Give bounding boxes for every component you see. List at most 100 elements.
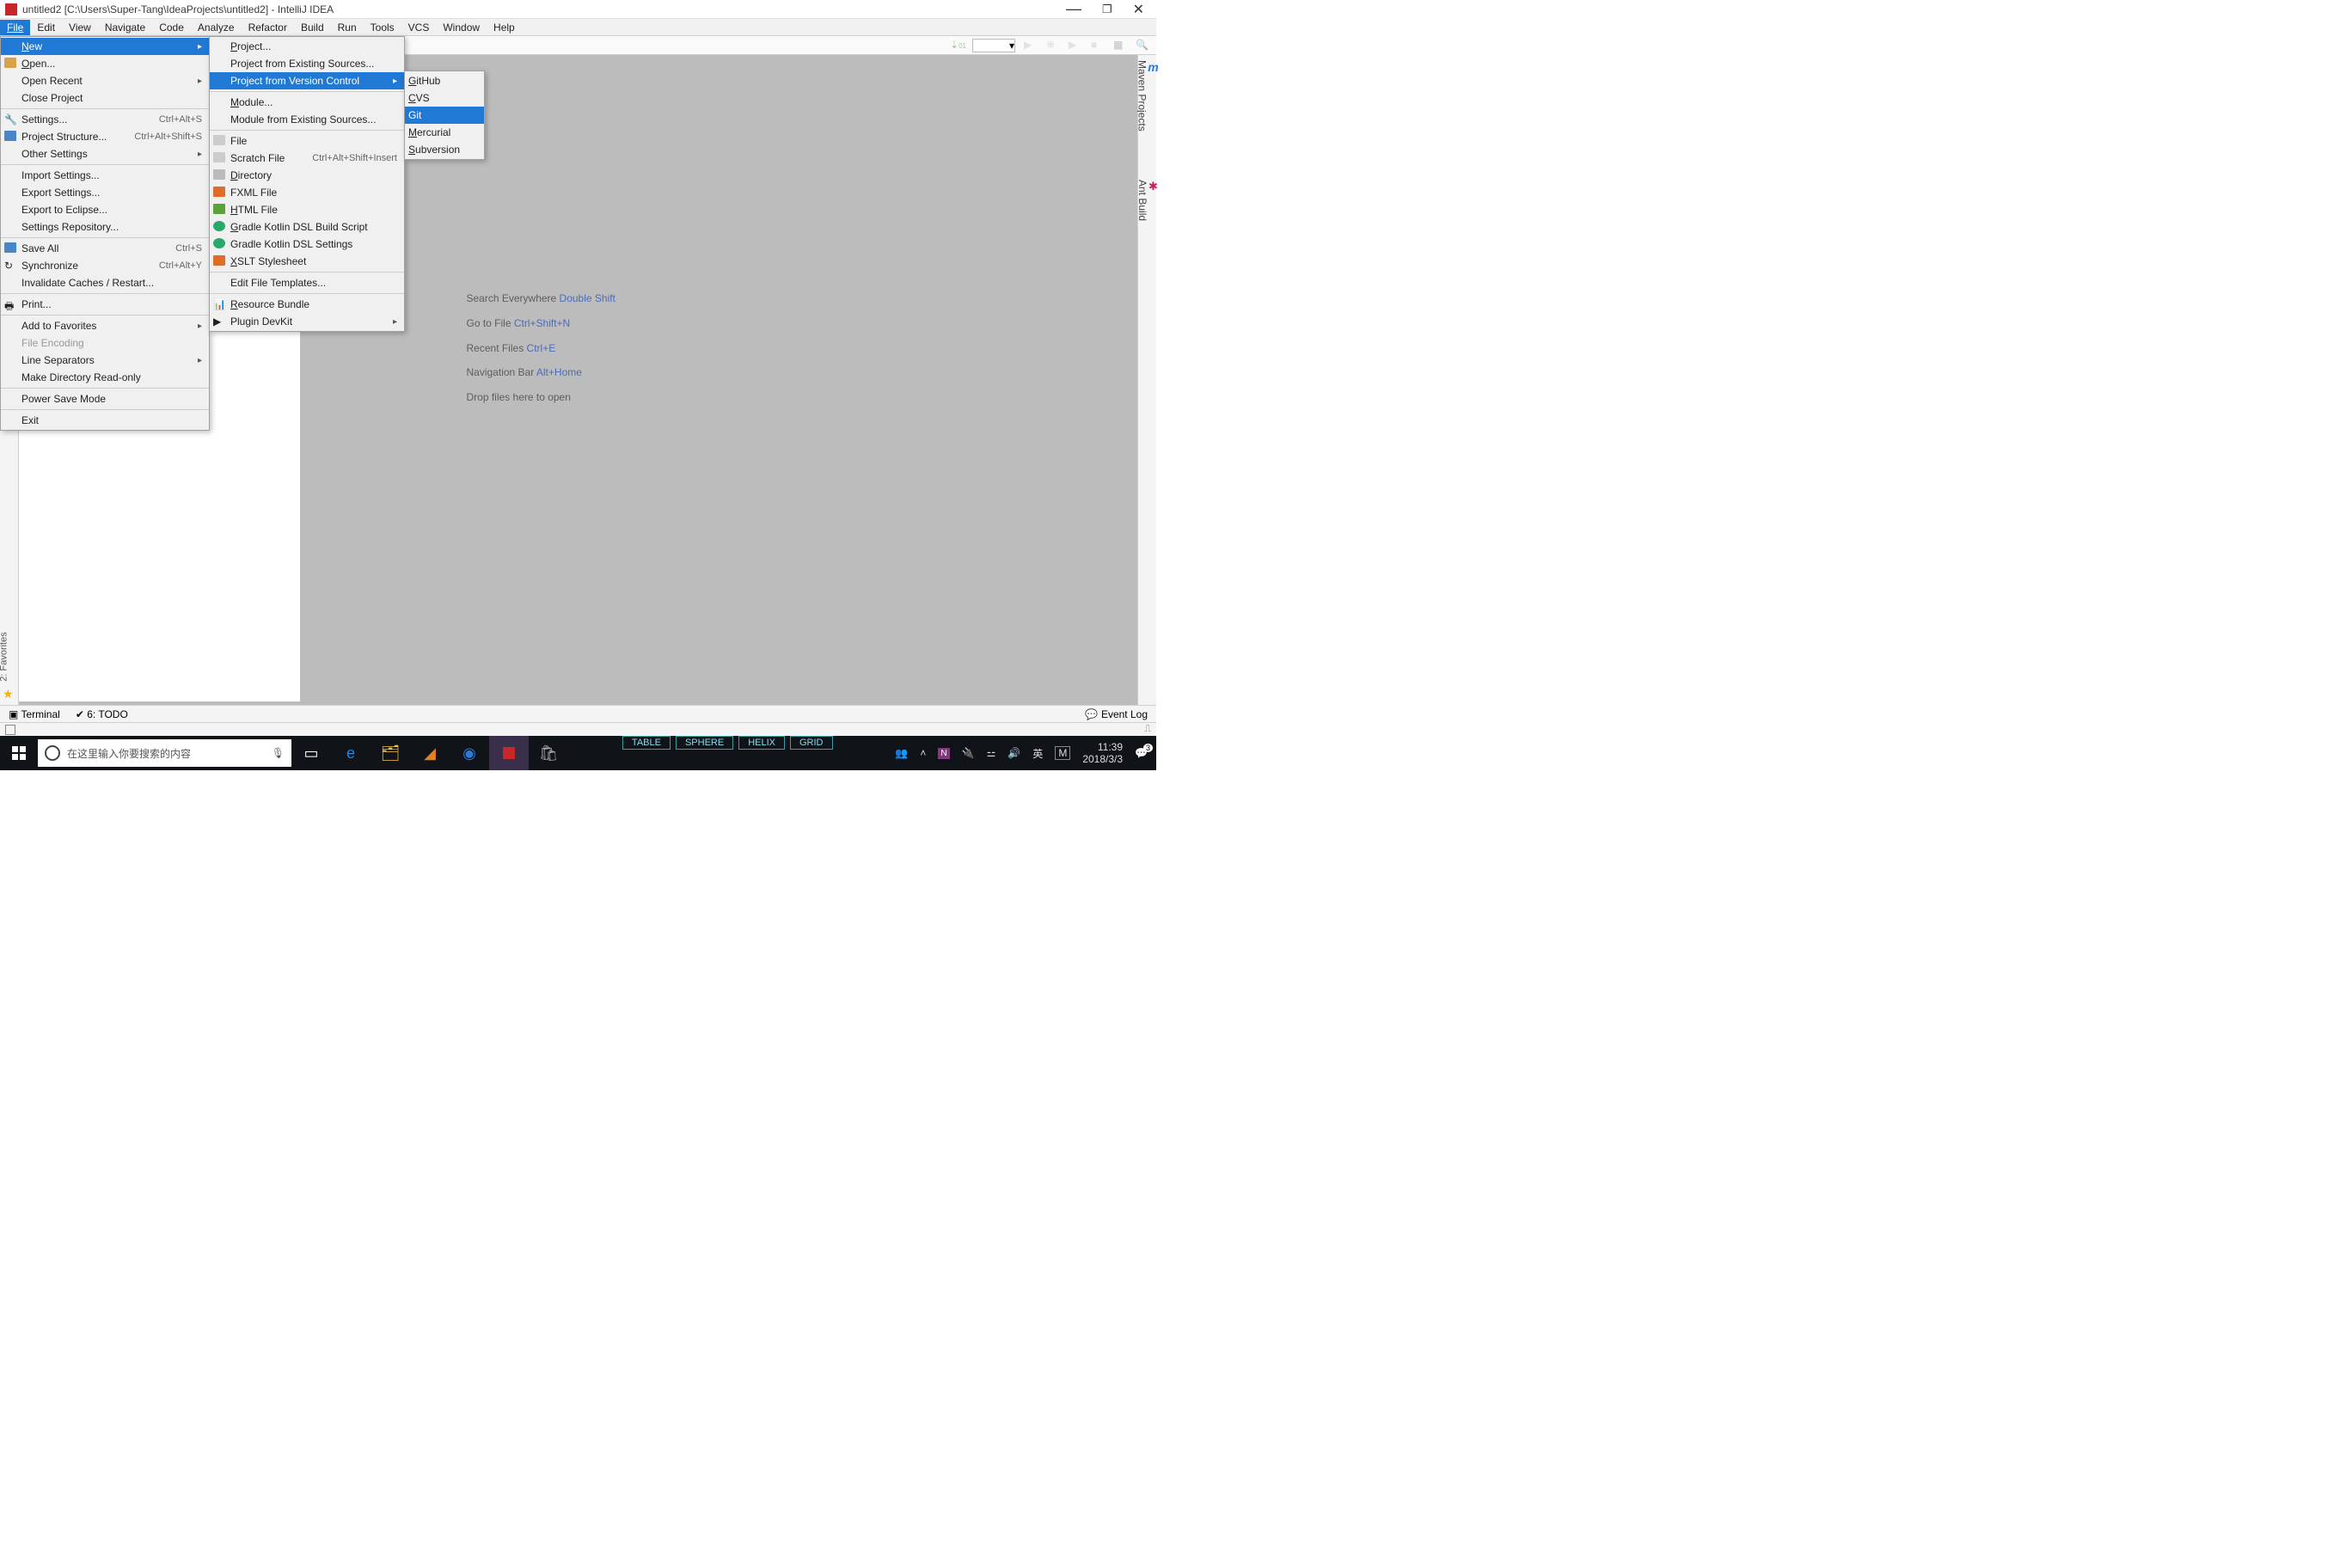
start-button[interactable]	[0, 746, 38, 760]
mi-new-module-existing[interactable]: Module from Existing Sources...	[210, 111, 404, 128]
build-icon[interactable]: ⇣01	[950, 39, 964, 52]
mi-new-gradle-build[interactable]: Gradle Kotlin DSL Build Script	[210, 218, 404, 236]
mi-vcs-subversion[interactable]: Subversion	[405, 141, 484, 158]
mi-add-favorites[interactable]: Add to Favorites▸	[1, 317, 209, 334]
mi-vcs-mercurial[interactable]: Mercurial	[405, 124, 484, 141]
mi-vcs-cvs[interactable]: CVS	[405, 89, 484, 107]
tb-matlab[interactable]: ◢	[410, 736, 450, 770]
stop-icon[interactable]: ■	[1091, 39, 1105, 52]
tab-sphere[interactable]: SPHERE	[676, 736, 733, 750]
gc-indicator-icon[interactable]: ⎍	[1144, 724, 1151, 735]
menu-code[interactable]: Code	[152, 20, 191, 35]
mi-other-settings[interactable]: Other Settings▸	[1, 145, 209, 162]
mi-open[interactable]: Open...	[1, 55, 209, 72]
menu-view[interactable]: View	[62, 20, 98, 35]
mi-new-fxml[interactable]: FXML File	[210, 184, 404, 201]
plugin-icon: ▶	[213, 315, 227, 328]
close-button[interactable]: ✕	[1133, 1, 1144, 18]
mi-new-project-existing[interactable]: Project from Existing Sources...	[210, 55, 404, 72]
mi-resource-bundle[interactable]: 📊Resource Bundle	[210, 296, 404, 313]
structure-icon[interactable]: ▦	[1113, 39, 1127, 52]
coverage-icon[interactable]: ▶	[1069, 39, 1082, 52]
taskbar-search[interactable]: 在这里输入你要搜索的内容 🎙	[38, 739, 291, 767]
mi-new-xslt[interactable]: XSLT Stylesheet	[210, 253, 404, 270]
menu-run[interactable]: Run	[331, 20, 364, 35]
volume-icon[interactable]: 🔊	[1008, 747, 1020, 759]
fxml-icon	[213, 187, 227, 199]
mi-vcs-git[interactable]: Git	[405, 107, 484, 124]
tb-app1[interactable]: ◉	[450, 736, 489, 770]
mi-settings-repo[interactable]: Settings Repository...	[1, 218, 209, 236]
mi-new-gradle-settings[interactable]: Gradle Kotlin DSL Settings	[210, 236, 404, 253]
mi-export-eclipse[interactable]: Export to Eclipse...	[1, 201, 209, 218]
mi-save-all[interactable]: Save AllCtrl+S	[1, 240, 209, 257]
mic-icon[interactable]: 🎙	[272, 747, 285, 759]
search-icon[interactable]: 🔍	[1136, 39, 1149, 52]
tab-grid[interactable]: GRID	[790, 736, 833, 750]
mi-new[interactable]: New▸	[1, 38, 209, 55]
mi-close-project[interactable]: Close Project	[1, 89, 209, 107]
menu-file[interactable]: File	[0, 20, 30, 35]
menu-window[interactable]: Window	[436, 20, 487, 35]
run-icon[interactable]: ▶	[1024, 39, 1038, 52]
tool-terminal[interactable]: ▣ Terminal	[9, 708, 60, 720]
tool-favorites[interactable]: 2: Favorites	[0, 632, 9, 681]
onenote-icon[interactable]: N	[938, 748, 949, 759]
tool-ant[interactable]: ✱Ant Build	[1136, 180, 1158, 221]
tb-explorer[interactable]: 🗂	[371, 736, 410, 770]
menu-tools[interactable]: Tools	[364, 20, 401, 35]
minimize-button[interactable]: —	[1066, 0, 1081, 18]
menu-help[interactable]: Help	[487, 20, 522, 35]
maximize-button[interactable]: ❐	[1102, 3, 1112, 16]
debug-icon[interactable]: ❋	[1046, 39, 1060, 52]
mi-new-html[interactable]: HTML File	[210, 201, 404, 218]
menu-edit[interactable]: Edit	[30, 20, 62, 35]
ime-lang[interactable]: 英	[1032, 746, 1043, 761]
task-view-button[interactable]: ▭	[291, 736, 331, 770]
mi-invalidate[interactable]: Invalidate Caches / Restart...	[1, 274, 209, 291]
menu-build[interactable]: Build	[294, 20, 331, 35]
scratch-icon	[213, 152, 227, 164]
menu-navigate[interactable]: Navigate	[98, 20, 152, 35]
mi-new-module[interactable]: Module...	[210, 94, 404, 111]
run-config-combo[interactable]: ▾	[972, 39, 1015, 52]
ime-mode[interactable]: M	[1055, 746, 1070, 760]
mi-synchronize[interactable]: ↻SynchronizeCtrl+Alt+Y	[1, 257, 209, 274]
menu-refactor[interactable]: Refactor	[242, 20, 294, 35]
power-icon[interactable]: 🔌	[962, 747, 975, 759]
mi-project-structure[interactable]: Project Structure...Ctrl+Alt+Shift+S	[1, 128, 209, 145]
tray-clock[interactable]: 11:39 2018/3/3	[1082, 741, 1123, 766]
tb-edge[interactable]: e	[331, 736, 371, 770]
mi-new-project-vcs[interactable]: Project from Version Control▸	[210, 72, 404, 89]
action-center-icon[interactable]: 💬3	[1135, 747, 1148, 759]
tab-helix[interactable]: HELIX	[738, 736, 785, 750]
mi-exit[interactable]: Exit	[1, 412, 209, 429]
tool-todo[interactable]: ✔ 6: TODO	[76, 708, 128, 720]
mi-edit-templates[interactable]: Edit File Templates...	[210, 274, 404, 291]
wifi-icon[interactable]: ⚍	[987, 747, 996, 759]
tool-maven[interactable]: mMaven Projects	[1136, 60, 1158, 132]
mi-export-settings[interactable]: Export Settings...	[1, 184, 209, 201]
mi-settings[interactable]: 🔧Settings...Ctrl+Alt+S	[1, 111, 209, 128]
mi-new-project[interactable]: Project...	[210, 38, 404, 55]
mi-make-readonly[interactable]: Make Directory Read-only	[1, 369, 209, 386]
tb-intellij[interactable]	[489, 736, 529, 770]
tab-table[interactable]: TABLE	[622, 736, 671, 750]
mi-plugin-devkit[interactable]: ▶Plugin DevKit▸	[210, 313, 404, 330]
mi-new-directory[interactable]: Directory	[210, 167, 404, 184]
menu-analyze[interactable]: Analyze	[191, 20, 242, 35]
menu-vcs[interactable]: VCS	[401, 20, 437, 35]
tb-store[interactable]: 🛍	[529, 736, 568, 770]
mi-new-file[interactable]: File	[210, 132, 404, 150]
mi-new-scratch[interactable]: Scratch FileCtrl+Alt+Shift+Insert	[210, 150, 404, 167]
mi-import-settings[interactable]: Import Settings...	[1, 167, 209, 184]
tray-expand-icon[interactable]: ˄	[920, 747, 926, 759]
status-indicator-icon[interactable]	[5, 725, 15, 735]
mi-open-recent[interactable]: Open Recent▸	[1, 72, 209, 89]
tool-event-log[interactable]: 💬 Event Log	[1085, 708, 1148, 720]
mi-power-save[interactable]: Power Save Mode	[1, 390, 209, 407]
mi-vcs-github[interactable]: GitHub	[405, 72, 484, 89]
mi-print[interactable]: 🖶Print...	[1, 296, 209, 313]
people-icon[interactable]: 👥	[895, 747, 908, 759]
mi-line-separators[interactable]: Line Separators▸	[1, 352, 209, 369]
